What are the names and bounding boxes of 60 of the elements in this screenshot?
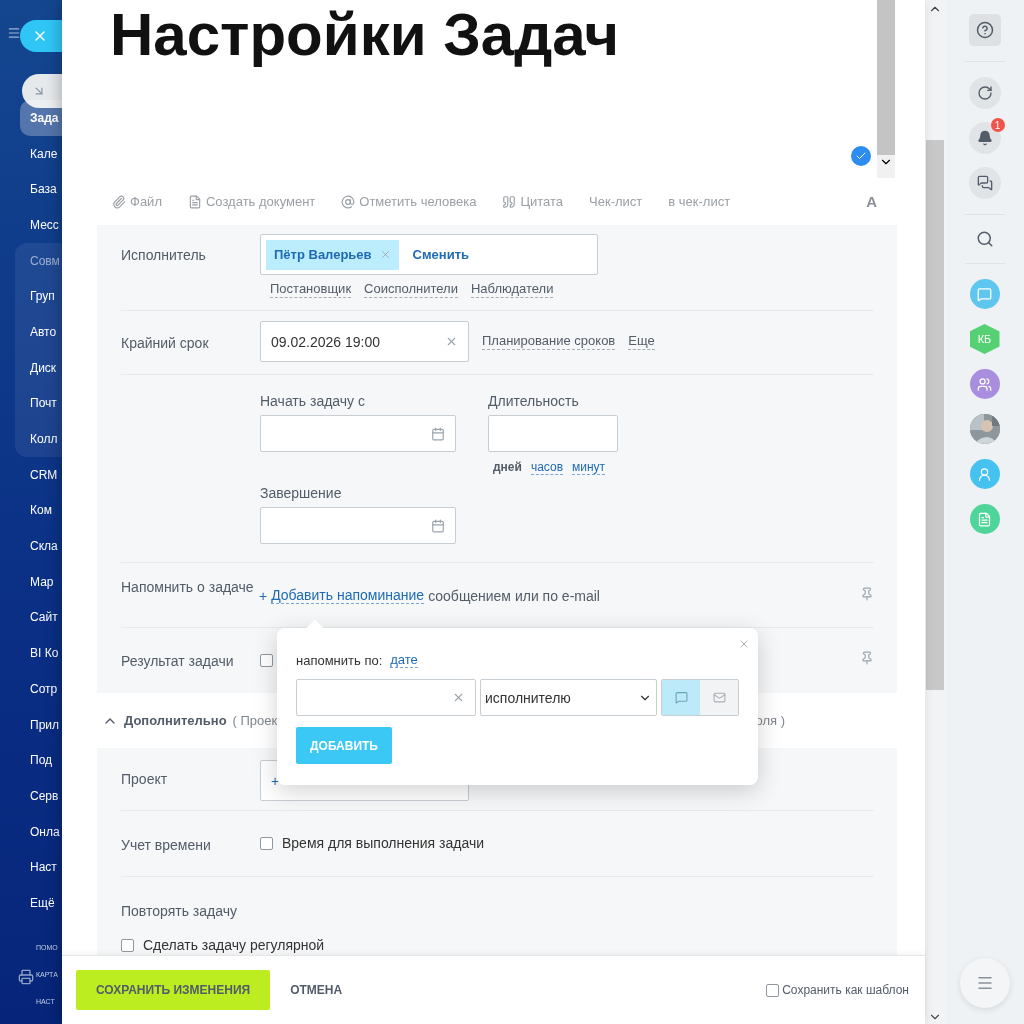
menu-item[interactable]: База	[0, 171, 62, 208]
role-link[interactable]: Наблюдатели	[470, 281, 554, 298]
cancel-button[interactable]: ОТМЕНА	[284, 982, 349, 998]
menu-group-title[interactable]: Совм	[15, 242, 62, 279]
recipient-select[interactable]: исполнителю	[480, 679, 658, 716]
remind-by-label: напомнить по:	[296, 652, 383, 668]
menu-item[interactable]: Зада	[20, 100, 62, 136]
menu-item[interactable]: Диск	[15, 349, 62, 386]
field-label: Результат задачи	[121, 652, 235, 671]
field-label: Напомнить о задаче	[121, 578, 255, 597]
checkbox-label: Сделать задачу регулярной	[143, 937, 325, 953]
save-button[interactable]: СОХРАНИТЬ ИЗМЕНЕНИЯ	[76, 970, 271, 1010]
plus-icon[interactable]: +	[259, 587, 268, 604]
menu-item[interactable]: Груп	[15, 278, 62, 315]
menu-item[interactable]: Почт	[15, 385, 62, 422]
field-label: Завершение	[260, 485, 343, 501]
menu-item[interactable]: Сотр	[0, 671, 62, 707]
deadline-link[interactable]: Планирование сроков	[482, 333, 616, 350]
menu-item[interactable]: Мар	[0, 563, 62, 600]
menu-item[interactable]: CRM	[0, 456, 62, 493]
menu-item[interactable]: Наст	[0, 849, 62, 886]
menu-item[interactable]: Месс	[0, 207, 62, 243]
assignee-field[interactable]: Пётр Валерьев Сменить	[260, 234, 598, 275]
field-label: Исполнитель	[121, 246, 207, 265]
notification-badge: 1	[990, 118, 1005, 132]
checkbox-label: Время для выполнения задачи	[282, 835, 485, 851]
role-link[interactable]: Соисполнители	[364, 281, 458, 298]
task-title[interactable]: Настройки Задач	[82, 0, 877, 178]
menu-item[interactable]: Кале	[0, 135, 62, 172]
field-label: Проект	[121, 770, 169, 789]
deadline-field[interactable]: 09.02.2026 19:00	[260, 321, 469, 362]
unit-link[interactable]: часов	[530, 460, 564, 475]
menu-item[interactable]: Под	[0, 742, 62, 779]
checkbox-label: Сохранить как шаблон	[782, 983, 909, 997]
section-title[interactable]: Дополнительно	[124, 713, 227, 728]
field-label: Длительность	[488, 393, 580, 409]
field-label: Крайний срок	[121, 334, 210, 353]
field-label: Повторять задачу	[121, 902, 237, 921]
reminder-hint: сообщением или по e-mail	[428, 587, 600, 604]
field-label: Учет времени	[121, 836, 212, 855]
change-link[interactable]: Сменить	[412, 247, 470, 262]
field-label: Начать задачу с	[260, 393, 366, 409]
menu-item[interactable]: Онла	[0, 813, 62, 850]
deadline-link[interactable]: Еще	[628, 333, 655, 350]
menu-item[interactable]: Серв	[0, 778, 62, 814]
date-link[interactable]: дате	[390, 652, 418, 668]
menu-item[interactable]: Ещё	[0, 885, 62, 921]
unit-link[interactable]: дней	[493, 460, 522, 475]
role-link[interactable]: Постановщик	[270, 281, 352, 298]
menu-item[interactable]: Ком	[0, 492, 62, 529]
menu-item[interactable]: Скла	[0, 528, 62, 564]
person-chip[interactable]: Пётр Валерьев	[266, 239, 399, 270]
section-hint: ( Проек	[232, 713, 278, 728]
menu-item[interactable]: Прил	[0, 706, 62, 743]
unit-link[interactable]: минут	[572, 460, 606, 475]
menu-item[interactable]: Сайт	[0, 599, 62, 636]
menu-item[interactable]: Авто	[15, 314, 62, 350]
menu-item[interactable]: BI Ко	[0, 635, 62, 671]
add-reminder-link[interactable]: Добавить напоминание	[271, 587, 425, 604]
menu-item[interactable]: Колл	[15, 421, 62, 457]
